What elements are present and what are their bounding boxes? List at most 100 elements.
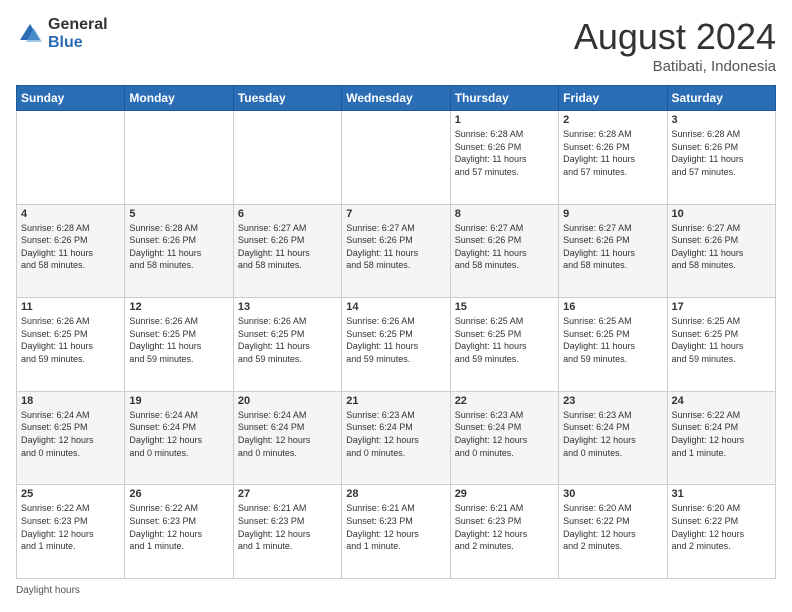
day-number: 1 [455, 114, 554, 126]
day-info: Sunrise: 6:21 AM Sunset: 6:23 PM Dayligh… [455, 502, 554, 552]
footer: Daylight hours [16, 585, 776, 596]
calendar-cell: 21Sunrise: 6:23 AM Sunset: 6:24 PM Dayli… [342, 391, 450, 485]
day-number: 9 [563, 208, 662, 220]
weekday-header-wednesday: Wednesday [342, 86, 450, 111]
day-info: Sunrise: 6:22 AM Sunset: 6:24 PM Dayligh… [672, 409, 771, 459]
day-number: 25 [21, 488, 120, 500]
calendar-cell [125, 111, 233, 205]
logo-blue-text: Blue [48, 34, 108, 52]
weekday-header-row: SundayMondayTuesdayWednesdayThursdayFrid… [17, 86, 776, 111]
day-number: 22 [455, 395, 554, 407]
calendar-cell: 28Sunrise: 6:21 AM Sunset: 6:23 PM Dayli… [342, 485, 450, 579]
day-info: Sunrise: 6:26 AM Sunset: 6:25 PM Dayligh… [346, 315, 445, 365]
day-info: Sunrise: 6:23 AM Sunset: 6:24 PM Dayligh… [563, 409, 662, 459]
day-number: 29 [455, 488, 554, 500]
week-row-4: 18 Sunrise: 6:24 AM Sunset: 6:25 PM Dayli… [17, 391, 776, 485]
day-number: 31 [672, 488, 771, 500]
calendar-cell: 5 Sunrise: 6:28 AM Sunset: 6:26 PM Daylig… [125, 204, 233, 298]
day-number: 16 [563, 301, 662, 313]
day-info: Sunrise: 6:24 AM Sunset: 6:24 PM Dayligh… [129, 409, 228, 459]
calendar-table: SundayMondayTuesdayWednesdayThursdayFrid… [16, 85, 776, 579]
day-info: Sunrise: 6:23 AM Sunset: 6:24 PM Dayligh… [455, 409, 554, 459]
day-number: 3 [672, 114, 771, 126]
calendar-cell: 7 Sunrise: 6:27 AM Sunset: 6:26 PM Daylig… [342, 204, 450, 298]
day-number: 6 [238, 208, 337, 220]
day-number: 23 [563, 395, 662, 407]
day-number: 18 [21, 395, 120, 407]
page: General Blue August 2024 Batibati, Indon… [0, 0, 792, 612]
day-info: Sunrise: 6:26 AM Sunset: 6:25 PM Dayligh… [21, 315, 120, 365]
day-number: 7 [346, 208, 445, 220]
week-row-5: 25 Sunrise: 6:22 AM Sunset: 6:23 PM Dayli… [17, 485, 776, 579]
day-number: 26 [129, 488, 228, 500]
calendar-cell: 11Sunrise: 6:26 AM Sunset: 6:25 PM Dayli… [17, 298, 125, 392]
day-number: 27 [238, 488, 337, 500]
day-info: Sunrise: 6:26 AM Sunset: 6:25 PM Dayligh… [129, 315, 228, 365]
calendar-cell: 22 Sunrise: 6:23 AM Sunset: 6:24 PM Dayli… [450, 391, 558, 485]
calendar-cell: 3 Sunrise: 6:28 AM Sunset: 6:26 PM Daylig… [667, 111, 775, 205]
day-number: 13 [238, 301, 337, 313]
weekday-header-sunday: Sunday [17, 86, 125, 111]
day-info: Sunrise: 6:27 AM Sunset: 6:26 PM Dayligh… [238, 222, 337, 272]
day-info: Sunrise: 6:27 AM Sunset: 6:26 PM Dayligh… [455, 222, 554, 272]
day-info: Sunrise: 6:28 AM Sunset: 6:26 PM Dayligh… [21, 222, 120, 272]
calendar-cell: 29 Sunrise: 6:21 AM Sunset: 6:23 PM Dayli… [450, 485, 558, 579]
calendar-cell: 30 Sunrise: 6:20 AM Sunset: 6:22 PM Dayli… [559, 485, 667, 579]
logo-icon [16, 20, 44, 48]
day-info: Sunrise: 6:20 AM Sunset: 6:22 PM Dayligh… [672, 502, 771, 552]
day-info: Sunrise: 6:22 AM Sunset: 6:23 PM Dayligh… [21, 502, 120, 552]
day-info: Sunrise: 6:25 AM Sunset: 6:25 PM Dayligh… [563, 315, 662, 365]
calendar-cell: 26 Sunrise: 6:22 AM Sunset: 6:23 PM Dayli… [125, 485, 233, 579]
day-info: Sunrise: 6:28 AM Sunset: 6:26 PM Dayligh… [672, 128, 771, 178]
day-number: 8 [455, 208, 554, 220]
calendar-cell: 13Sunrise: 6:26 AM Sunset: 6:25 PM Dayli… [233, 298, 341, 392]
month-year: August 2024 [574, 16, 776, 58]
calendar-cell: 1 Sunrise: 6:28 AM Sunset: 6:26 PM Daylig… [450, 111, 558, 205]
day-number: 24 [672, 395, 771, 407]
day-number: 28 [346, 488, 445, 500]
calendar-cell: 17Sunrise: 6:25 AM Sunset: 6:25 PM Dayli… [667, 298, 775, 392]
calendar-cell: 14 Sunrise: 6:26 AM Sunset: 6:25 PM Dayli… [342, 298, 450, 392]
day-info: Sunrise: 6:21 AM Sunset: 6:23 PM Dayligh… [238, 502, 337, 552]
calendar-cell: 10 Sunrise: 6:27 AM Sunset: 6:26 PM Dayli… [667, 204, 775, 298]
calendar-cell: 2 Sunrise: 6:28 AM Sunset: 6:26 PM Daylig… [559, 111, 667, 205]
calendar-cell: 8 Sunrise: 6:27 AM Sunset: 6:26 PM Daylig… [450, 204, 558, 298]
day-info: Sunrise: 6:22 AM Sunset: 6:23 PM Dayligh… [129, 502, 228, 552]
calendar-cell: 27 Sunrise: 6:21 AM Sunset: 6:23 PM Dayli… [233, 485, 341, 579]
calendar-cell: 4Sunrise: 6:28 AM Sunset: 6:26 PM Daylig… [17, 204, 125, 298]
day-info: Sunrise: 6:28 AM Sunset: 6:26 PM Dayligh… [129, 222, 228, 272]
weekday-header-saturday: Saturday [667, 86, 775, 111]
calendar-cell: 9Sunrise: 6:27 AM Sunset: 6:26 PM Daylig… [559, 204, 667, 298]
day-number: 5 [129, 208, 228, 220]
day-info: Sunrise: 6:27 AM Sunset: 6:26 PM Dayligh… [346, 222, 445, 272]
day-info: Sunrise: 6:25 AM Sunset: 6:25 PM Dayligh… [455, 315, 554, 365]
day-number: 2 [563, 114, 662, 126]
day-number: 10 [672, 208, 771, 220]
day-info: Sunrise: 6:24 AM Sunset: 6:25 PM Dayligh… [21, 409, 120, 459]
day-number: 19 [129, 395, 228, 407]
calendar-cell: 18 Sunrise: 6:24 AM Sunset: 6:25 PM Dayli… [17, 391, 125, 485]
day-info: Sunrise: 6:27 AM Sunset: 6:26 PM Dayligh… [672, 222, 771, 272]
calendar-cell: 23 Sunrise: 6:23 AM Sunset: 6:24 PM Dayli… [559, 391, 667, 485]
calendar-cell: 24 Sunrise: 6:22 AM Sunset: 6:24 PM Dayli… [667, 391, 775, 485]
day-number: 14 [346, 301, 445, 313]
day-number: 15 [455, 301, 554, 313]
day-info: Sunrise: 6:28 AM Sunset: 6:26 PM Dayligh… [455, 128, 554, 178]
calendar-cell: 12Sunrise: 6:26 AM Sunset: 6:25 PM Dayli… [125, 298, 233, 392]
title-section: August 2024 Batibati, Indonesia [574, 16, 776, 75]
calendar-cell [17, 111, 125, 205]
day-number: 20 [238, 395, 337, 407]
week-row-3: 11Sunrise: 6:26 AM Sunset: 6:25 PM Dayli… [17, 298, 776, 392]
day-info: Sunrise: 6:20 AM Sunset: 6:22 PM Dayligh… [563, 502, 662, 552]
weekday-header-tuesday: Tuesday [233, 86, 341, 111]
weekday-header-monday: Monday [125, 86, 233, 111]
header: General Blue August 2024 Batibati, Indon… [16, 16, 776, 75]
logo-general-text: General [48, 16, 108, 34]
day-info: Sunrise: 6:23 AM Sunset: 6:24 PM Dayligh… [346, 409, 445, 459]
week-row-2: 4Sunrise: 6:28 AM Sunset: 6:26 PM Daylig… [17, 204, 776, 298]
day-number: 30 [563, 488, 662, 500]
calendar-cell: 15 Sunrise: 6:25 AM Sunset: 6:25 PM Dayli… [450, 298, 558, 392]
calendar-cell: 25 Sunrise: 6:22 AM Sunset: 6:23 PM Dayli… [17, 485, 125, 579]
calendar-cell: 6 Sunrise: 6:27 AM Sunset: 6:26 PM Daylig… [233, 204, 341, 298]
day-info: Sunrise: 6:28 AM Sunset: 6:26 PM Dayligh… [563, 128, 662, 178]
